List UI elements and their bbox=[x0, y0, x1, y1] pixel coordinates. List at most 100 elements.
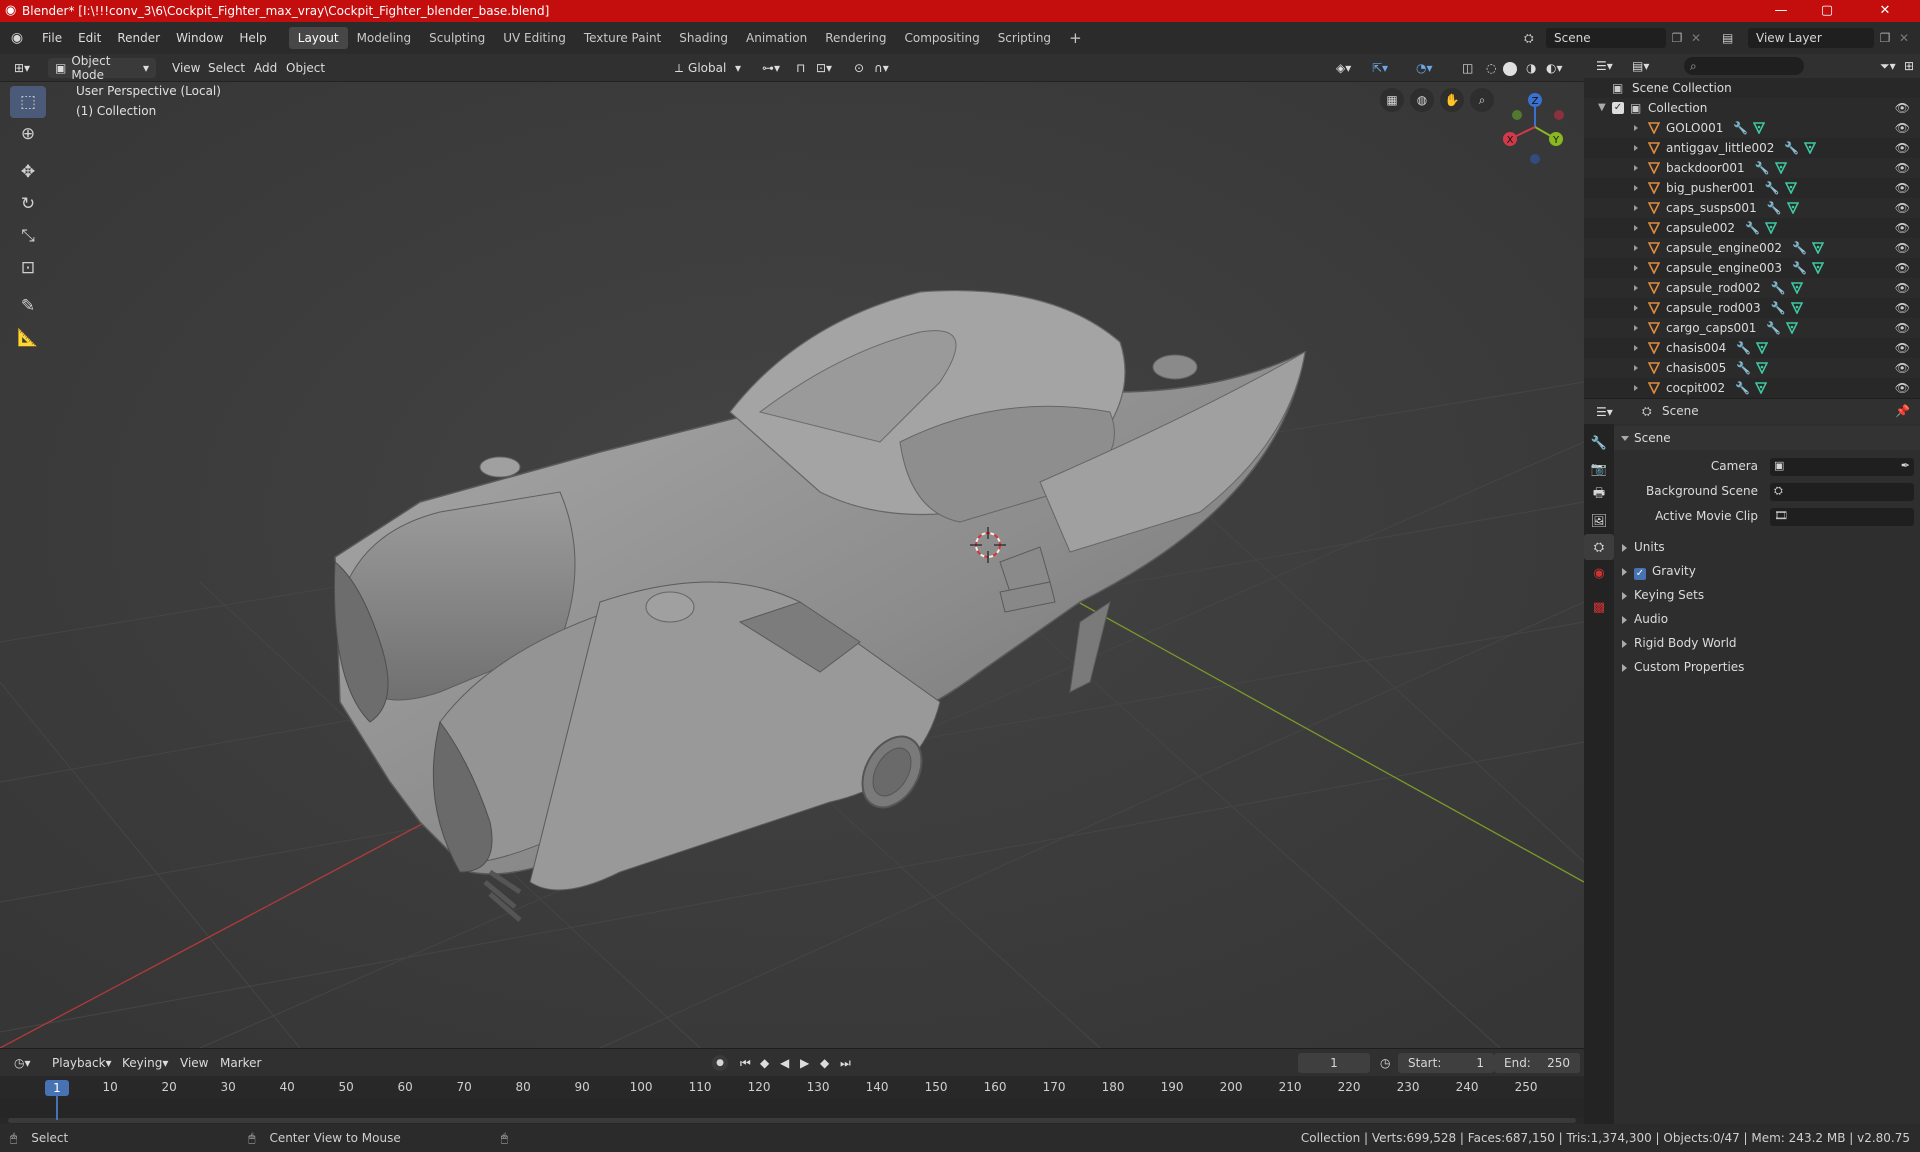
expand-arrow-icon[interactable] bbox=[1634, 245, 1638, 251]
shading-solid-icon[interactable] bbox=[1503, 62, 1517, 76]
expand-arrow-icon[interactable] bbox=[1634, 345, 1638, 351]
eyedropper-icon[interactable]: ✒ bbox=[1901, 459, 1910, 472]
play-icon[interactable]: ▶ bbox=[794, 1053, 815, 1073]
timeline-editor-type-icon[interactable]: ◷▾ bbox=[8, 1053, 37, 1073]
menu-file[interactable]: File bbox=[34, 31, 70, 45]
mesh-data-icon[interactable] bbox=[1756, 362, 1769, 374]
expand-arrow-icon[interactable] bbox=[1634, 145, 1638, 151]
camera-field[interactable]: ▣ ✒ bbox=[1770, 458, 1914, 476]
visibility-eye-icon[interactable]: 👁 bbox=[1895, 118, 1910, 138]
play-reverse-icon[interactable]: ◀ bbox=[774, 1053, 795, 1073]
visibility-eye-icon[interactable]: 👁 bbox=[1895, 298, 1910, 318]
visibility-eye-icon[interactable]: 👁 bbox=[1895, 358, 1910, 378]
tab-uv-editing[interactable]: UV Editing bbox=[494, 27, 575, 49]
menu-render[interactable]: Render bbox=[109, 31, 168, 45]
expand-arrow-icon[interactable] bbox=[1634, 385, 1638, 391]
scene-panel-header[interactable]: Scene bbox=[1614, 426, 1920, 450]
shading-wireframe-icon[interactable]: ◌ bbox=[1480, 58, 1502, 78]
mesh-data-icon[interactable] bbox=[1790, 302, 1803, 314]
tab-scripting[interactable]: Scripting bbox=[989, 27, 1060, 49]
modifier-wrench-icon[interactable]: 🔧 bbox=[1736, 358, 1751, 378]
jump-end-icon[interactable]: ⏭ bbox=[834, 1053, 857, 1073]
mesh-data-icon[interactable] bbox=[1804, 142, 1817, 154]
mesh-data-icon[interactable] bbox=[1755, 382, 1768, 394]
custom-properties-panel-header[interactable]: Custom Properties bbox=[1614, 655, 1920, 679]
tool-tab-icon[interactable]: 🔧 bbox=[1584, 430, 1614, 456]
mesh-data-icon[interactable] bbox=[1756, 342, 1769, 354]
close-button[interactable]: ✕ bbox=[1850, 0, 1920, 22]
active-movie-clip-field[interactable]: 🎞 bbox=[1770, 508, 1914, 526]
next-keyframe-icon[interactable]: ◆ bbox=[814, 1053, 835, 1073]
pin-icon[interactable]: 📌 bbox=[1895, 404, 1910, 418]
texture-tab-icon[interactable]: ▩ bbox=[1584, 594, 1614, 620]
snap-icon[interactable]: ⊓ bbox=[790, 58, 811, 78]
menu-help[interactable]: Help bbox=[231, 31, 274, 45]
minimize-button[interactable]: — bbox=[1758, 0, 1804, 22]
modifier-wrench-icon[interactable]: 🔧 bbox=[1767, 198, 1782, 218]
modifier-wrench-icon[interactable]: 🔧 bbox=[1771, 278, 1786, 298]
gravity-checkbox[interactable]: ✓ bbox=[1634, 568, 1646, 580]
modifier-wrench-icon[interactable]: 🔧 bbox=[1755, 158, 1770, 178]
pivot-icon[interactable]: ⊶▾ bbox=[756, 58, 786, 78]
modifier-wrench-icon[interactable]: 🔧 bbox=[1771, 298, 1786, 318]
marker-menu[interactable]: Marker bbox=[214, 1053, 267, 1073]
collapse-arrow-icon[interactable]: ▼ bbox=[1598, 98, 1606, 118]
overlay-toggle-icon[interactable]: ◔▾ bbox=[1410, 58, 1439, 78]
scene-name[interactable]: Scene bbox=[1546, 28, 1666, 48]
expand-arrow-icon[interactable] bbox=[1634, 185, 1638, 191]
collection-row[interactable]: ▼ ✓ ▣ Collection 👁 bbox=[1584, 98, 1920, 118]
modifier-wrench-icon[interactable]: 🔧 bbox=[1765, 178, 1780, 198]
3d-viewport[interactable]: Z Y X User Perspective (Local) (1) Colle… bbox=[0, 82, 1584, 1048]
expand-arrow-icon[interactable] bbox=[1634, 265, 1638, 271]
menu-edit[interactable]: Edit bbox=[70, 31, 109, 45]
add-menu[interactable]: Add bbox=[248, 58, 283, 78]
outliner-object-row[interactable]: capsule002 🔧 👁 bbox=[1584, 218, 1920, 238]
move-tool-icon[interactable]: ✥ bbox=[10, 156, 46, 188]
camera-view-icon[interactable]: ◍ bbox=[1410, 88, 1434, 112]
mesh-data-icon[interactable] bbox=[1811, 262, 1824, 274]
prev-keyframe-icon[interactable]: ◆ bbox=[754, 1053, 775, 1073]
select-menu[interactable]: Select bbox=[202, 58, 251, 78]
current-frame-field[interactable]: 1 bbox=[1298, 1053, 1370, 1073]
rigid-body-world-panel-header[interactable]: Rigid Body World bbox=[1614, 631, 1920, 655]
proportional-edit-icon[interactable]: ⊙ bbox=[848, 58, 870, 78]
expand-arrow-icon[interactable] bbox=[1634, 205, 1638, 211]
tab-texture-paint[interactable]: Texture Paint bbox=[575, 27, 670, 49]
visibility-eye-icon[interactable]: 👁 bbox=[1895, 378, 1910, 398]
keying-menu[interactable]: Keying ▾ bbox=[116, 1053, 174, 1073]
viewlayer-name[interactable]: View Layer bbox=[1748, 28, 1874, 48]
modifier-wrench-icon[interactable]: 🔧 bbox=[1766, 318, 1781, 338]
object-menu[interactable]: Object bbox=[280, 58, 331, 78]
mesh-data-icon[interactable] bbox=[1765, 222, 1778, 234]
playback-menu[interactable]: Playback ▾ bbox=[46, 1053, 118, 1073]
visibility-eye-icon[interactable]: 👁 bbox=[1895, 218, 1910, 238]
timeline-scrollbar[interactable] bbox=[8, 1118, 1576, 1123]
modifier-wrench-icon[interactable]: 🔧 bbox=[1784, 138, 1799, 158]
audio-panel-header[interactable]: Audio bbox=[1614, 607, 1920, 631]
background-scene-field[interactable]: ⛭ bbox=[1770, 483, 1914, 501]
zoom-icon[interactable]: ⌕ bbox=[1470, 88, 1494, 112]
scene-selector[interactable]: ⛭ Scene ❐ ✕ bbox=[1524, 27, 1704, 49]
cursor-tool-icon[interactable]: ⊕ bbox=[10, 118, 46, 150]
visibility-icon[interactable]: ◈▾ bbox=[1330, 58, 1357, 78]
rotate-tool-icon[interactable]: ↻ bbox=[10, 188, 46, 220]
outliner-editor-type-icon[interactable]: ☰▾ bbox=[1590, 56, 1619, 76]
mesh-data-icon[interactable] bbox=[1786, 322, 1799, 334]
view-layer-tab-icon[interactable]: 🖼 bbox=[1584, 508, 1614, 534]
timeline-view-menu[interactable]: View bbox=[174, 1053, 214, 1073]
end-frame-field[interactable]: End: 250 bbox=[1494, 1053, 1580, 1073]
outliner-object-row[interactable]: chasis005 🔧 👁 bbox=[1584, 358, 1920, 378]
outliner-object-row[interactable]: caps_susps001 🔧 👁 bbox=[1584, 198, 1920, 218]
record-button[interactable]: ● bbox=[712, 1055, 728, 1071]
copy-viewlayer-icon[interactable]: ❐ bbox=[1874, 31, 1896, 45]
mesh-data-icon[interactable] bbox=[1774, 162, 1787, 174]
toggle-camera-grid-icon[interactable]: ▦ bbox=[1380, 88, 1404, 112]
tab-modeling[interactable]: Modeling bbox=[348, 27, 421, 49]
render-tab-icon[interactable]: 📷 bbox=[1584, 456, 1614, 482]
select-box-tool-icon[interactable]: ⬚ bbox=[10, 86, 46, 118]
outliner-object-row[interactable]: cargo_caps001 🔧 👁 bbox=[1584, 318, 1920, 338]
tab-layout[interactable]: Layout bbox=[288, 27, 348, 49]
shading-rendered-icon[interactable]: ◐▾ bbox=[1540, 58, 1569, 78]
frame-ruler[interactable]: 1102030405060708090100110120130140150160… bbox=[0, 1080, 1584, 1098]
maximize-button[interactable]: ▢ bbox=[1804, 0, 1850, 22]
